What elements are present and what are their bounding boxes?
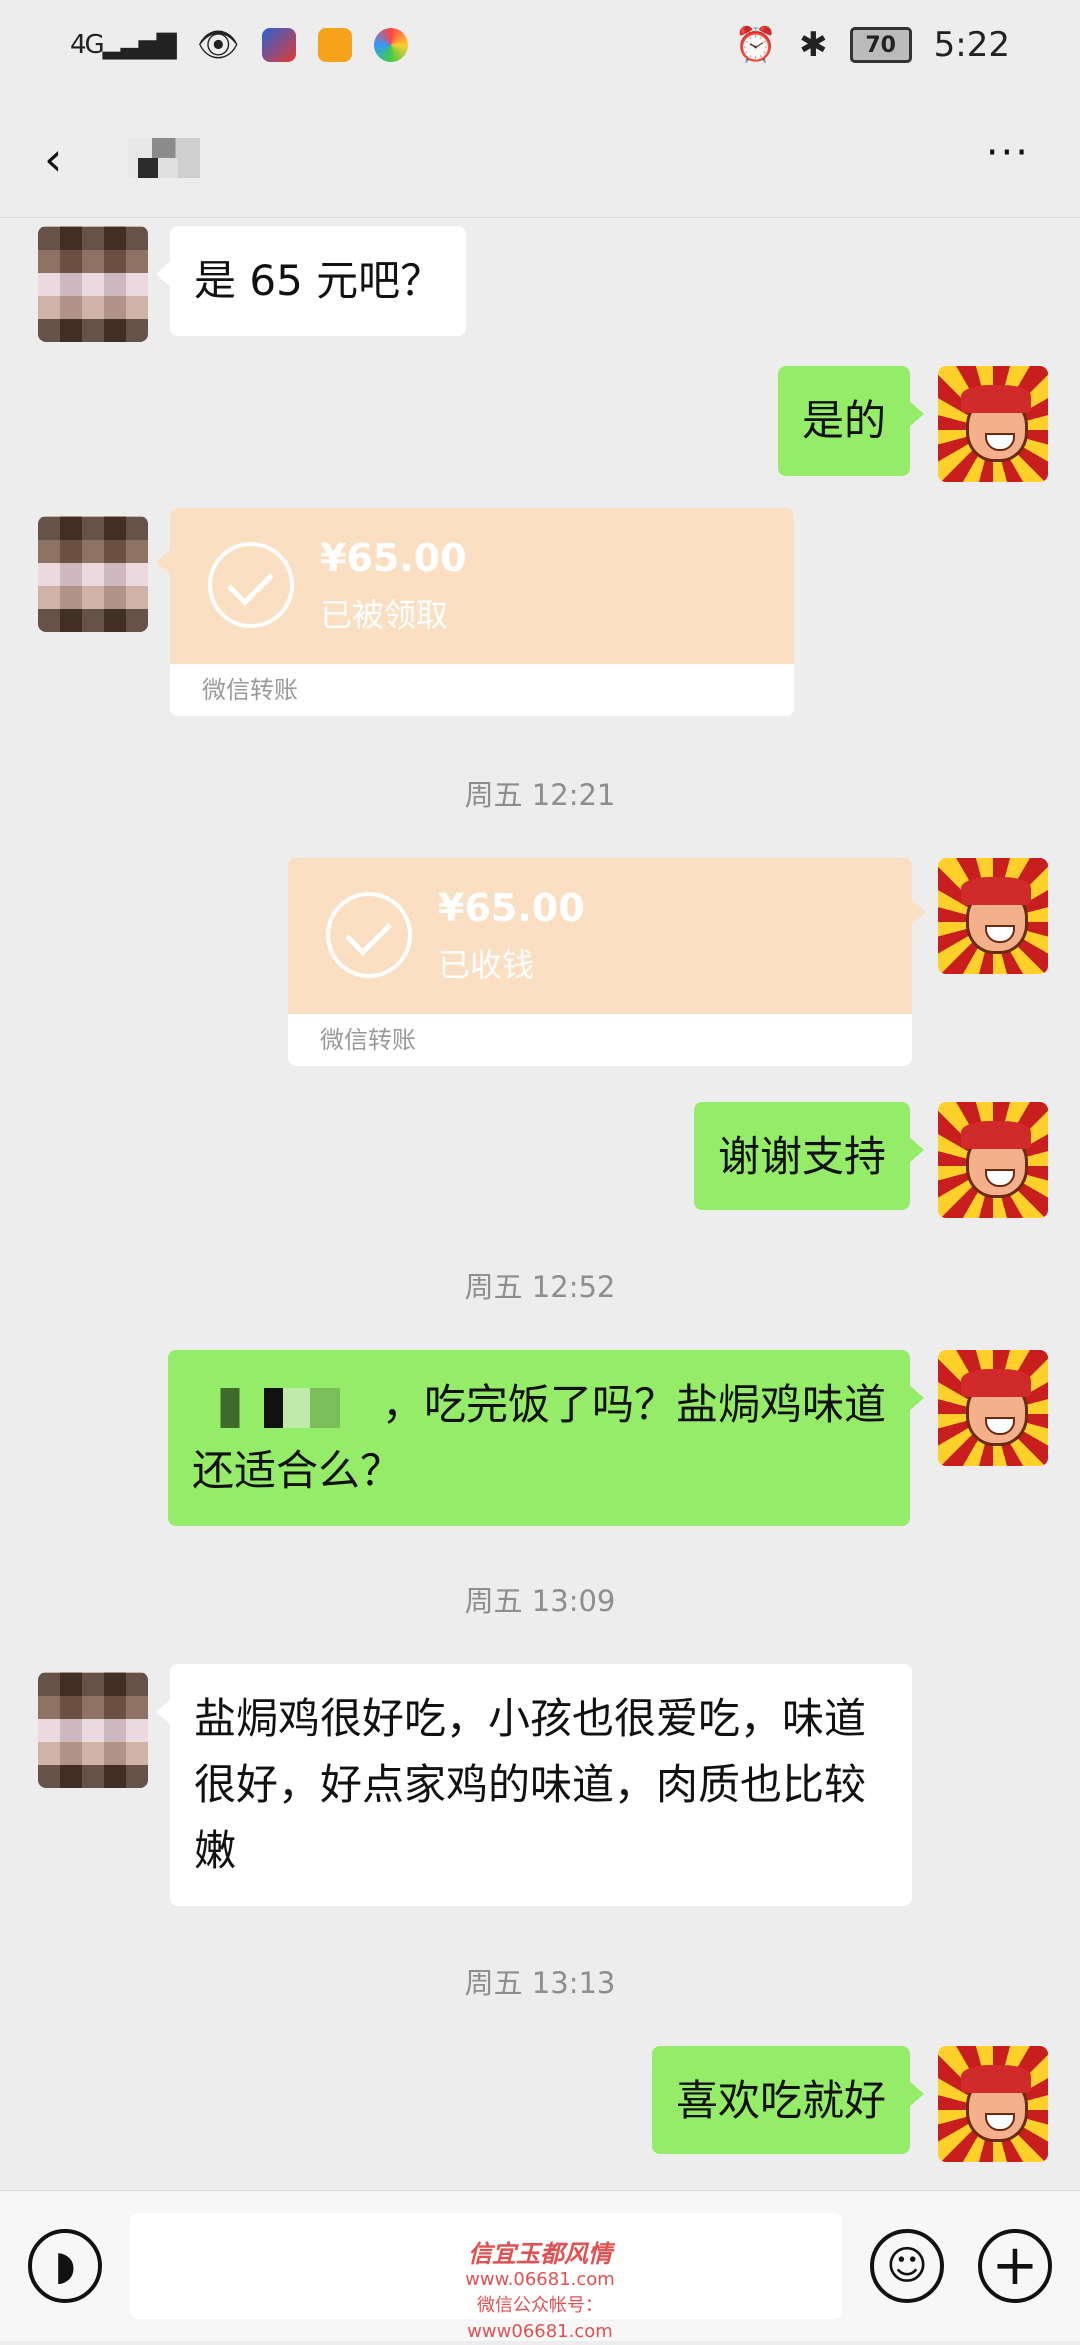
transfer-amount: ¥65.00 bbox=[320, 536, 467, 580]
timestamp: 周五 13:13 bbox=[464, 1966, 616, 2000]
voice-icon[interactable]: ◗ bbox=[28, 2229, 102, 2303]
check-circle-icon bbox=[326, 892, 412, 978]
contact-name-redacted bbox=[128, 138, 200, 178]
emoji-icon[interactable]: ☺ bbox=[870, 2229, 944, 2303]
watermark: 信宜玉都风情 www.06681.com 微信公众帐号：www06681.com bbox=[420, 2241, 660, 2345]
timestamp: 周五 12:52 bbox=[464, 1270, 616, 1304]
cartoon-face-icon bbox=[961, 1369, 1031, 1446]
watermark-url: www.06681.com bbox=[465, 2269, 615, 2290]
message-text: 谢谢支持 bbox=[717, 1132, 886, 1181]
contact-avatar[interactable] bbox=[38, 1672, 148, 1788]
message-bubble[interactable]: 喜欢吃就好 bbox=[651, 2046, 925, 2154]
cartoon-face-icon bbox=[961, 877, 1031, 954]
watermark-sub: 微信公众帐号：www06681.com bbox=[467, 2295, 613, 2342]
status-bar: 4G▂▃▅▇ 👁 ⏰ ✱ 70 5:22 bbox=[0, 0, 1080, 90]
self-avatar[interactable] bbox=[938, 2046, 1048, 2162]
network-type: 4G bbox=[70, 30, 105, 60]
cartoon-face-icon bbox=[961, 385, 1031, 462]
message-bubble[interactable]: ，吃完饭了吗？盐焗鸡味道 还适合么？ bbox=[168, 1350, 924, 1526]
contact-avatar[interactable] bbox=[38, 226, 148, 342]
message-text: 是 65 元吧？ bbox=[194, 256, 443, 305]
status-left: 4G▂▃▅▇ 👁 bbox=[70, 25, 408, 65]
transfer-status: 已被领取 bbox=[320, 596, 449, 634]
colorful-app-icon bbox=[373, 28, 408, 62]
message-bubble[interactable]: 是的 bbox=[777, 366, 925, 476]
message-text: 喜欢吃就好 bbox=[675, 2076, 886, 2125]
timestamp: 周五 12:21 bbox=[464, 778, 616, 812]
contact-avatar[interactable] bbox=[38, 516, 148, 632]
self-avatar[interactable] bbox=[938, 858, 1048, 974]
baidu-app-icon bbox=[261, 28, 296, 62]
transfer-status: 已收钱 bbox=[438, 946, 535, 984]
message-bubble[interactable]: 盐焗鸡很好吃，小孩也很爱吃，味道很好，好点家鸡的味道，肉质也比较嫩 bbox=[156, 1664, 912, 1906]
transfer-amount: ¥65.00 bbox=[438, 886, 585, 930]
timestamp: 周五 13:09 bbox=[464, 1584, 616, 1618]
battery-level: 70 bbox=[865, 32, 896, 58]
self-avatar[interactable] bbox=[938, 366, 1048, 482]
message-bubble[interactable]: 是 65 元吧？ bbox=[155, 226, 467, 336]
cartoon-face-icon bbox=[961, 2065, 1031, 2142]
back-arrow-icon[interactable]: ‹ bbox=[44, 132, 62, 186]
alarm-icon: ⏰ bbox=[734, 25, 778, 65]
plus-icon[interactable]: + bbox=[978, 2229, 1052, 2303]
message-text: ，吃完饭了吗？盐焗鸡味道 bbox=[382, 1380, 887, 1429]
redacted-name bbox=[192, 1387, 382, 1428]
transfer-card-body: ¥65.00 已收钱 bbox=[288, 858, 912, 1014]
transfer-footer: 微信转账 bbox=[288, 1014, 912, 1066]
clock: 5:22 bbox=[933, 25, 1010, 65]
transfer-card-body: ¥65.00 已被领取 bbox=[170, 508, 794, 664]
bluetooth-icon: ✱ bbox=[799, 25, 828, 65]
self-avatar[interactable] bbox=[938, 1350, 1048, 1466]
eye-icon: 👁 bbox=[196, 25, 240, 65]
message-text: 盐焗鸡很好吃，小孩也很爱吃，味道很好，好点家鸡的味道，肉质也比较嫩 bbox=[194, 1694, 867, 1875]
message-text: 还适合么？ bbox=[192, 1446, 403, 1495]
more-dots-icon[interactable]: ··· bbox=[986, 130, 1030, 176]
watermark-title: 信宜玉都风情 bbox=[468, 2240, 612, 2268]
status-right: ⏰ ✱ 70 5:22 bbox=[735, 25, 1010, 65]
signal-icon: 4G▂▃▅▇ bbox=[70, 30, 177, 60]
message-text: 是的 bbox=[801, 396, 886, 445]
message-line-1: ，吃完饭了吗？盐焗鸡味道 bbox=[192, 1372, 886, 1438]
check-circle-icon bbox=[208, 542, 294, 628]
cartoon-face-icon bbox=[961, 1121, 1031, 1198]
input-bar: ◗ 信宜玉都风情 www.06681.com 微信公众帐号：www06681.c… bbox=[0, 2190, 1080, 2342]
transfer-card[interactable]: ¥65.00 已收钱 微信转账 bbox=[288, 858, 926, 1066]
transfer-footer: 微信转账 bbox=[170, 664, 794, 716]
chat-header: ‹ ··· bbox=[0, 90, 1080, 218]
uc-browser-icon bbox=[317, 28, 352, 62]
message-bubble[interactable]: 谢谢支持 bbox=[693, 1102, 925, 1210]
self-avatar[interactable] bbox=[938, 1102, 1048, 1218]
transfer-card[interactable]: ¥65.00 已被领取 微信转账 bbox=[156, 508, 794, 716]
battery-icon: 70 bbox=[849, 27, 912, 63]
